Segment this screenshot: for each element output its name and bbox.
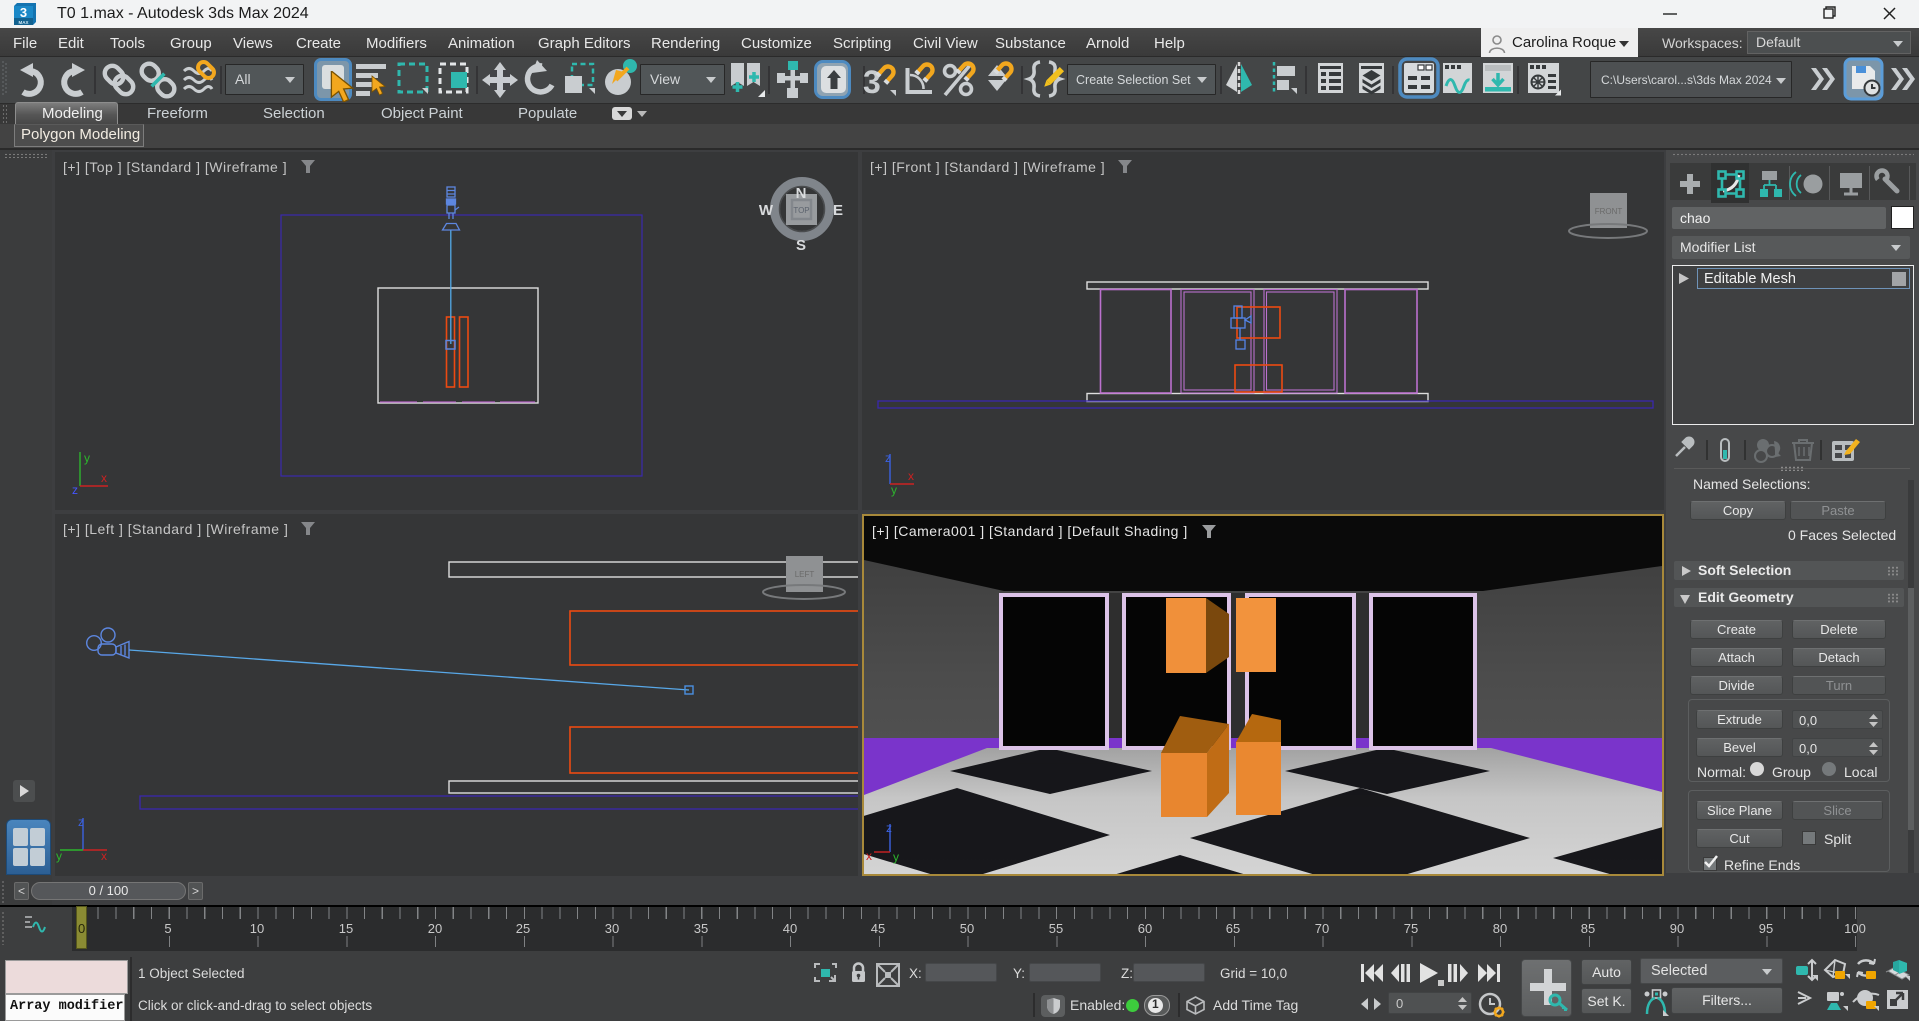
svg-text:x: x (101, 471, 107, 485)
svg-text:FRONT: FRONT (1595, 207, 1623, 216)
svg-text:y: y (84, 451, 90, 465)
svg-text:TOP: TOP (793, 206, 809, 215)
svg-text:LEFT: LEFT (795, 570, 815, 579)
svg-text:E: E (833, 202, 843, 219)
svg-text:3: 3 (20, 5, 27, 20)
svg-text:x: x (866, 849, 872, 863)
svg-text:z: z (885, 451, 891, 465)
svg-text:x: x (908, 469, 914, 483)
svg-text:z: z (72, 483, 78, 497)
svg-text:x: x (101, 849, 107, 863)
svg-text:N: N (796, 185, 807, 202)
svg-text:z: z (886, 821, 892, 835)
svg-text:MAX: MAX (19, 20, 29, 25)
svg-text:z: z (78, 815, 84, 829)
svg-text:y: y (56, 849, 62, 863)
svg-text:W: W (759, 202, 774, 219)
svg-text:S: S (796, 237, 806, 254)
svg-text:y: y (893, 850, 899, 864)
svg-text:3: 3 (863, 64, 881, 100)
svg-text:y: y (891, 483, 897, 497)
